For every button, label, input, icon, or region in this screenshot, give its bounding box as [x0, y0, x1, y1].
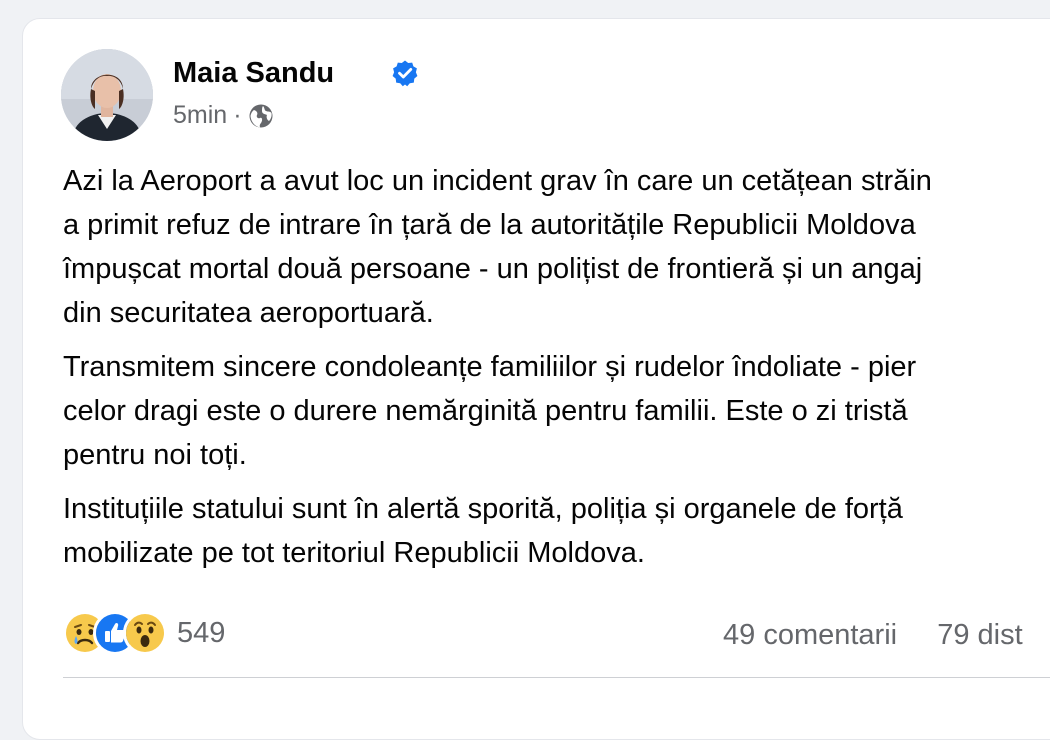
verified-badge-icon	[391, 59, 419, 87]
post-card: Maia Sandu 5min · Azi la Aeroport a avut…	[22, 18, 1050, 740]
post-paragraph: Instituțiile statului sunt în alertă spo…	[63, 493, 903, 569]
post-paragraph: Azi la Aeroport a avut loc un incident g…	[63, 165, 932, 329]
shares-count[interactable]: 79 dist	[937, 619, 1022, 651]
post-stats: 49 comentarii 79 dist	[723, 619, 1023, 652]
footer-divider	[63, 677, 1050, 678]
globe-icon[interactable]	[248, 103, 274, 129]
reaction-count[interactable]: 549	[177, 617, 225, 650]
post-body: Azi la Aeroport a avut loc un incident g…	[63, 159, 1050, 585]
reactions-summary[interactable]: 549	[63, 611, 225, 655]
comments-count[interactable]: 49 comentarii	[723, 619, 897, 651]
author-name[interactable]: Maia Sandu	[173, 57, 334, 90]
wow-reaction-icon	[123, 611, 167, 655]
post-timestamp[interactable]: 5min	[173, 101, 227, 130]
post-footer: 549 49 comentarii 79 dist	[63, 609, 1050, 669]
meta-separator: ·	[233, 101, 242, 129]
avatar[interactable]	[61, 49, 153, 141]
post-paragraph: Transmitem sincere condoleanțe familiilo…	[63, 351, 917, 471]
post-meta: 5min ·	[173, 101, 274, 130]
